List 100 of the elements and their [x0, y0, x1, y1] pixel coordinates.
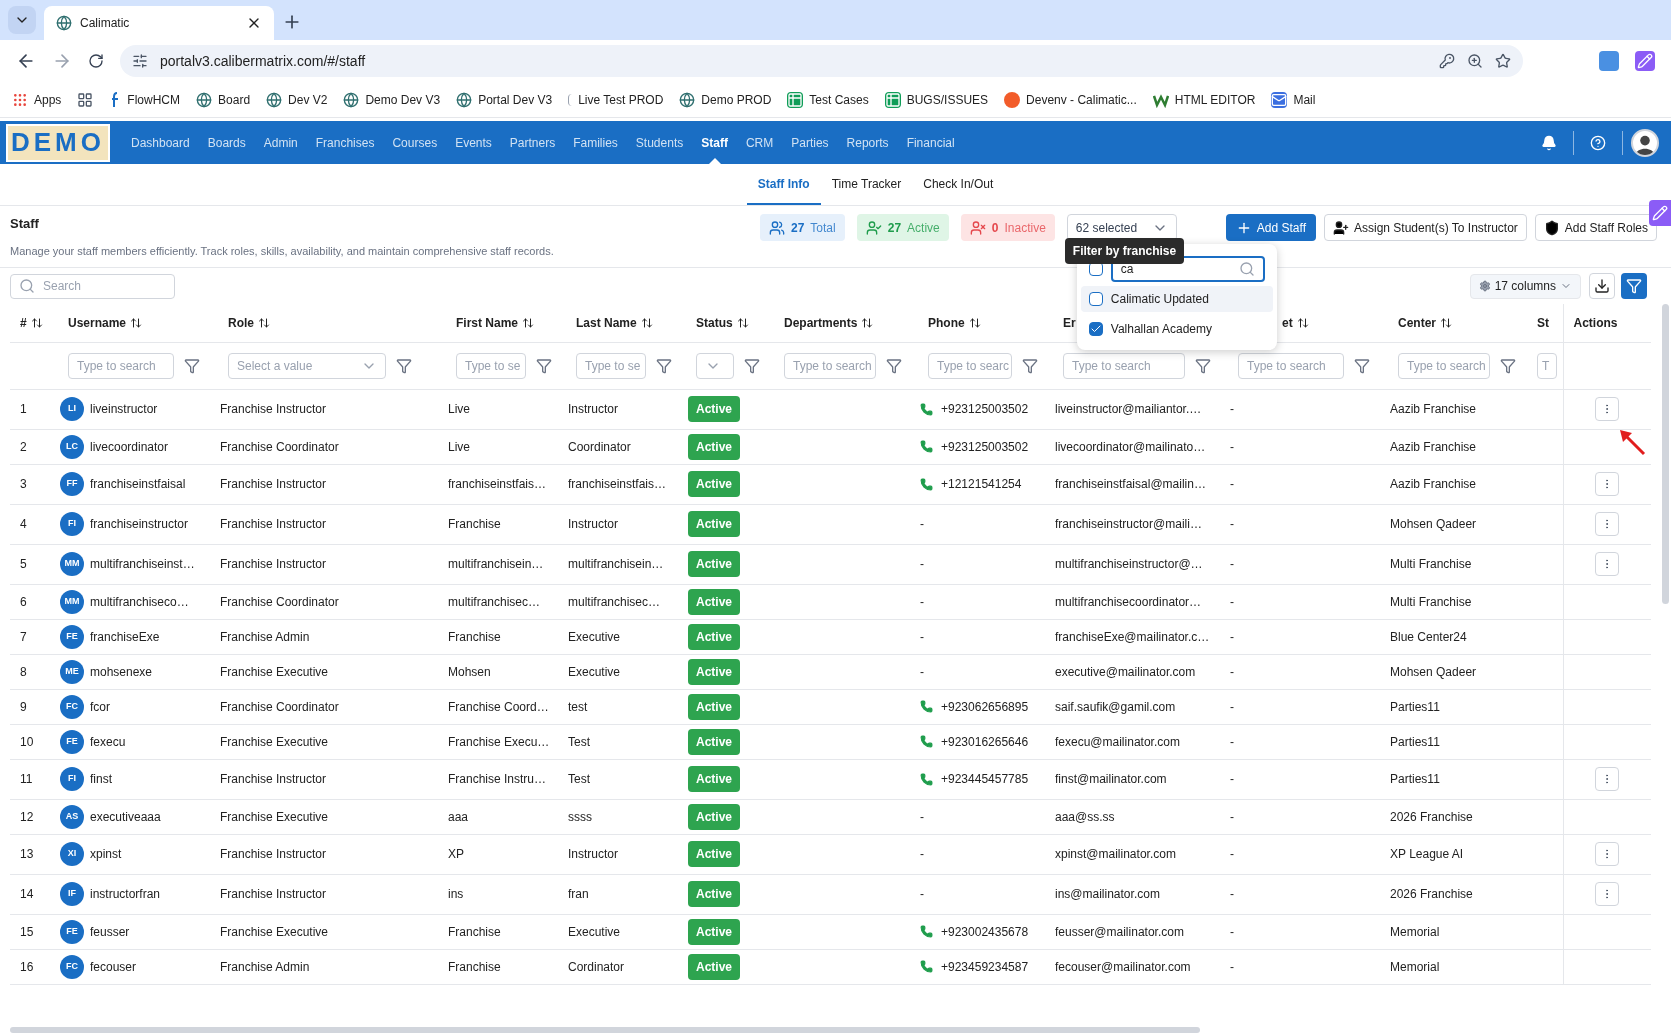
table-cell: franchiseinstfaisal@mailin…: [1055, 477, 1206, 491]
filter-icon[interactable]: [1022, 357, 1038, 374]
browser-tab[interactable]: Calimatic: [44, 6, 274, 40]
logo[interactable]: DEMO: [6, 123, 110, 162]
sub-tab[interactable]: Time Tracker: [820, 164, 913, 205]
filter-button[interactable]: [1621, 273, 1647, 299]
bookmark[interactable]: Apps: [12, 90, 62, 109]
nav-item[interactable]: Families: [564, 121, 627, 164]
sort-icon[interactable]: [968, 316, 981, 329]
tab-list-button[interactable]: [8, 6, 36, 34]
column-header[interactable]: #: [20, 313, 43, 332]
bookmark[interactable]: Devenv - Calimatic...: [1004, 90, 1137, 109]
add-staff-button[interactable]: Add Staff: [1225, 214, 1316, 241]
key-icon[interactable]: [1439, 53, 1455, 69]
nav-item[interactable]: Admin: [254, 121, 307, 164]
checkbox[interactable]: [1088, 292, 1103, 306]
option-label: Valhallan Academy: [1110, 321, 1212, 338]
bookmark[interactable]: Live Test PROD: [568, 90, 664, 109]
bookmark[interactable]: HTML EDITOR: [1152, 90, 1256, 109]
column-header[interactable]: Status: [696, 313, 749, 332]
sort-icon[interactable]: [1296, 316, 1309, 329]
bookmark[interactable]: Dev V2: [266, 90, 328, 109]
filter-icon[interactable]: [396, 357, 412, 374]
nav-item[interactable]: Financial: [897, 121, 964, 164]
row-number: 4: [20, 517, 27, 531]
column-header[interactable]: Username: [68, 313, 143, 332]
column-header[interactable]: Last Name: [576, 313, 653, 332]
bookmark[interactable]: Portal Dev V3: [456, 90, 553, 109]
sort-icon[interactable]: [30, 316, 43, 329]
columns-button[interactable]: 17 columns: [1469, 273, 1581, 299]
bookmark[interactable]: Mail: [1271, 90, 1316, 109]
bookmark[interactable]: Demo Dev V3: [343, 90, 441, 109]
address-bar[interactable]: portalv3.calibermatrix.com/#/staff: [120, 45, 1523, 77]
assign-button[interactable]: Assign Student(s) To Instructor: [1323, 214, 1527, 241]
bookmark[interactable]: Board: [196, 90, 251, 109]
stat-badge: 27 Active: [856, 214, 949, 241]
nav-item[interactable]: Parties: [782, 121, 838, 164]
pencil-icon[interactable]: [1635, 51, 1655, 71]
dropdown-option[interactable]: Valhallan Academy: [1080, 316, 1273, 342]
bookmark[interactable]: Demo PROD: [679, 90, 772, 109]
nav-item[interactable]: Dashboard: [122, 121, 199, 164]
sort-icon[interactable]: [522, 316, 535, 329]
sort-icon[interactable]: [130, 316, 143, 329]
site-settings-icon[interactable]: [132, 53, 148, 69]
checkbox[interactable]: [1088, 322, 1103, 336]
sort-icon[interactable]: [736, 316, 749, 329]
column-header[interactable]: Role: [228, 313, 270, 332]
column-header[interactable]: et: [1282, 313, 1309, 332]
filter-icon[interactable]: [1500, 357, 1516, 374]
add-roles-button[interactable]: Add Staff Roles: [1534, 214, 1657, 241]
nav-item[interactable]: Reports: [837, 121, 898, 164]
bookmark[interactable]: [77, 91, 94, 108]
sub-tab[interactable]: Staff Info: [746, 164, 821, 205]
nav-item[interactable]: Franchises: [306, 121, 384, 164]
star-icon[interactable]: [1495, 53, 1511, 69]
table-cell: Franchise Admin: [220, 629, 310, 644]
download-button[interactable]: [1589, 273, 1615, 299]
table-cell: Franchise Coord…: [448, 699, 549, 714]
username: franchiseExe: [90, 628, 160, 646]
circle-logo-icon: [1004, 91, 1021, 108]
filter-icon[interactable]: [1195, 357, 1211, 374]
nav-item[interactable]: Boards: [198, 121, 255, 164]
table-cell: franchiseExe@mailinator.c…: [1055, 629, 1210, 644]
column-header[interactable]: Departments: [784, 313, 874, 332]
filter-icon[interactable]: [656, 357, 672, 374]
nav-item[interactable]: Students: [626, 121, 693, 164]
vertical-scrollbar[interactable]: [1662, 304, 1669, 604]
bookmark[interactable]: BUGS/ISSUES: [884, 90, 989, 109]
avatar[interactable]: [1631, 128, 1659, 157]
nav-item[interactable]: Partners: [500, 121, 565, 164]
bell-icon[interactable]: [1541, 134, 1557, 151]
filter-icon[interactable]: [1354, 357, 1370, 374]
sort-icon[interactable]: [861, 316, 874, 329]
sub-tab[interactable]: Check In/Out: [912, 164, 1005, 205]
bookmark[interactable]: FlowHCM: [109, 90, 181, 109]
nav-item[interactable]: CRM: [736, 121, 783, 164]
column-header[interactable]: Center: [1398, 313, 1452, 332]
help-icon[interactable]: [1590, 134, 1606, 151]
nav-item[interactable]: Staff: [692, 121, 737, 164]
pencil-button[interactable]: [1649, 200, 1671, 226]
filter-icon[interactable]: [536, 357, 552, 374]
dropdown-option[interactable]: Calimatic Updated: [1080, 286, 1273, 312]
row-number: 2: [20, 439, 27, 454]
filter-icon[interactable]: [886, 357, 902, 374]
zoom-icon[interactable]: [1467, 53, 1483, 69]
placeholder-text: Type to searc: [937, 357, 1010, 375]
bookmark[interactable]: Test Cases: [787, 90, 869, 109]
column-header[interactable]: First Name: [456, 313, 535, 332]
nav-item[interactable]: Courses: [383, 121, 447, 164]
avatar-initials: MM: [60, 552, 84, 576]
filter-icon[interactable]: [744, 357, 760, 374]
filter-icon[interactable]: [184, 357, 200, 374]
sort-icon[interactable]: [258, 316, 270, 329]
globe-icon: [343, 91, 360, 108]
column-header[interactable]: Phone: [928, 313, 981, 332]
sort-icon[interactable]: [1440, 316, 1452, 329]
horizontal-scrollbar[interactable]: [10, 1027, 1200, 1033]
sort-icon[interactable]: [640, 316, 653, 329]
reload-icon[interactable]: [88, 53, 104, 69]
nav-item[interactable]: Events: [446, 121, 501, 164]
